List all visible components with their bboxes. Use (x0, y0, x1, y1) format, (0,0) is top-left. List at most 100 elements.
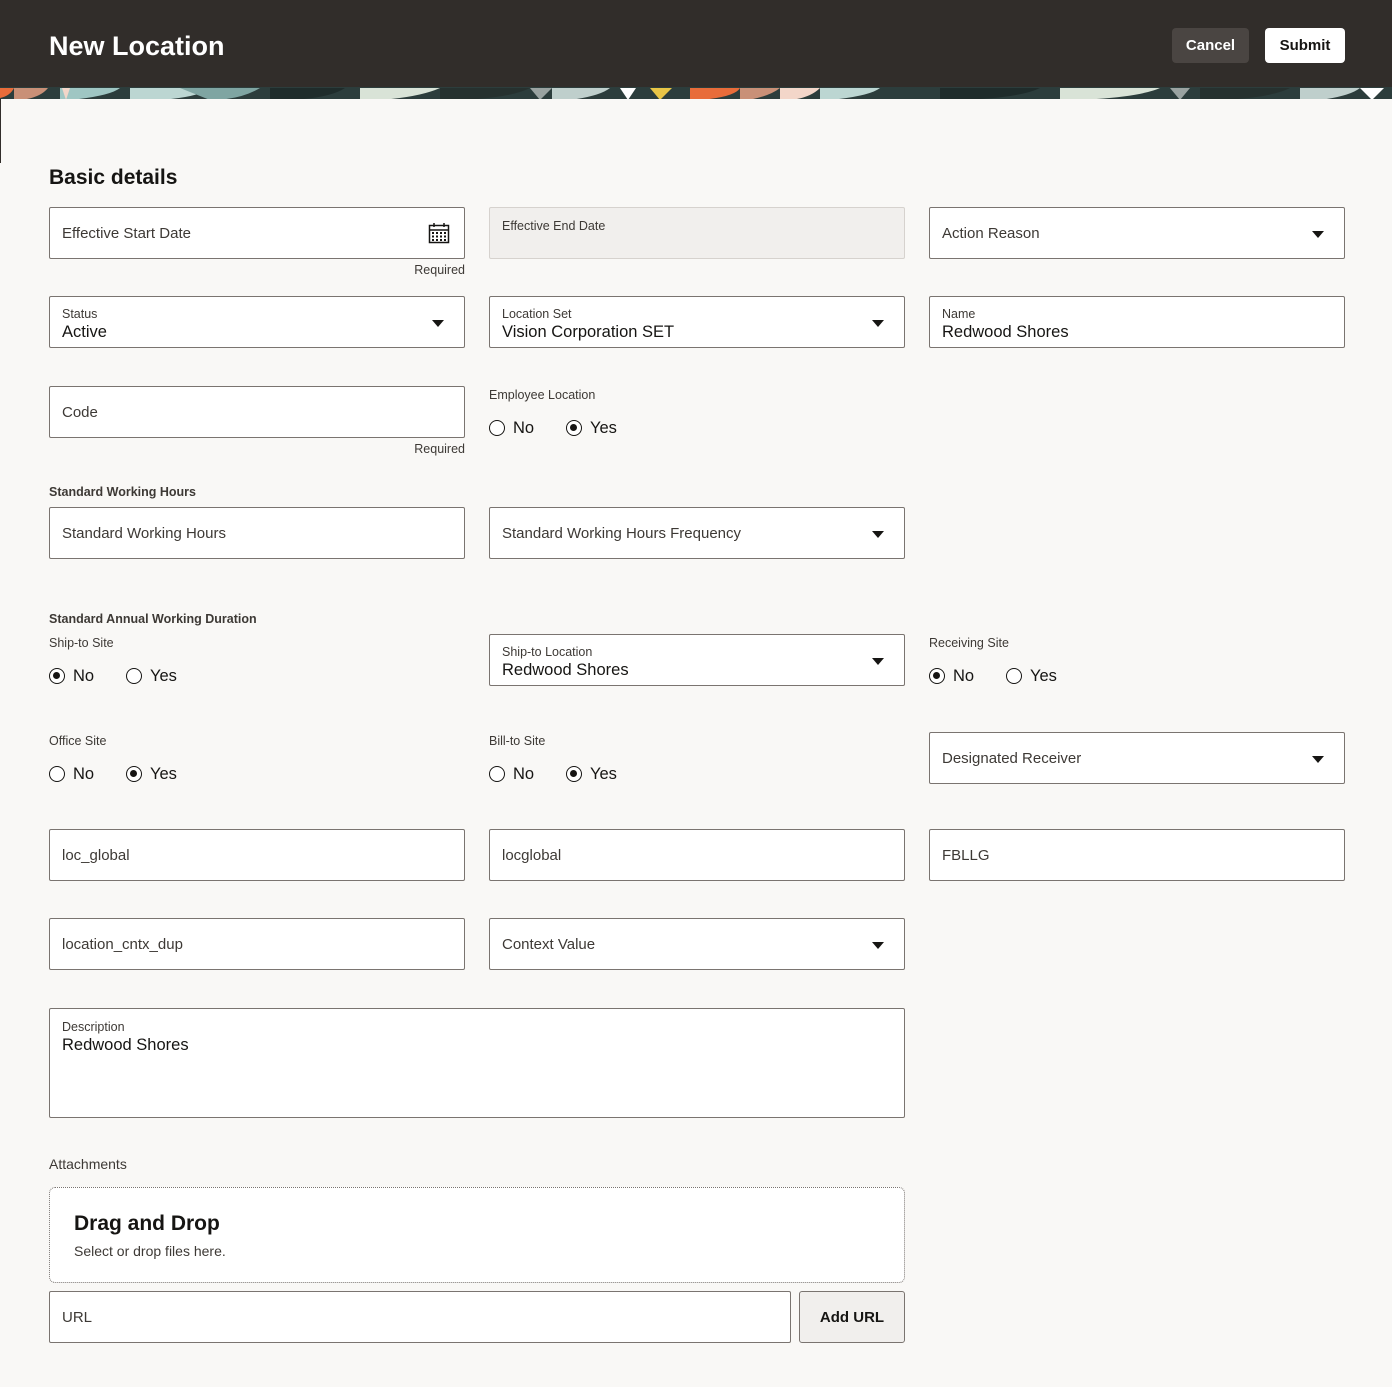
effective-start-date-placeholder: Effective Start Date (62, 225, 191, 242)
effective-start-date-required: Required (414, 263, 465, 277)
code-placeholder: Code (62, 404, 98, 421)
radio-circle (126, 668, 142, 684)
radio-circle-selected (566, 766, 582, 782)
radio-label: No (73, 667, 95, 685)
standard-working-hours-frequency-select[interactable]: Standard Working Hours Frequency (489, 507, 905, 559)
bill-to-site-no-radio[interactable]: No (489, 764, 534, 784)
code-field[interactable]: Code (49, 386, 465, 438)
section-title: Basic details (49, 166, 178, 189)
chevron-down-icon (872, 531, 884, 538)
chevron-down-icon (1312, 756, 1324, 763)
radio-circle (1006, 668, 1022, 684)
radio-label: Yes (1030, 667, 1057, 685)
dropzone-subtitle: Select or drop files here. (74, 1243, 226, 1259)
loc-global-field[interactable]: loc_global (49, 829, 465, 881)
context-value-placeholder: Context Value (502, 936, 596, 953)
standard-working-hours-field[interactable]: Standard Working Hours (49, 507, 465, 559)
name-label: Name (942, 307, 976, 321)
ship-to-location-select[interactable]: Ship-to Location Redwood Shores (489, 634, 905, 686)
standard-working-hours-frequency-placeholder: Standard Working Hours Frequency (502, 525, 742, 542)
chevron-down-icon (432, 320, 444, 327)
location-set-label: Location Set (502, 307, 572, 321)
action-reason-placeholder: Action Reason (942, 225, 1040, 242)
action-reason-select[interactable]: Action Reason (929, 207, 1345, 259)
radio-label: Yes (590, 419, 617, 437)
ship-to-location-label: Ship-to Location (502, 645, 593, 659)
chevron-down-icon (872, 320, 884, 327)
office-site-label: Office Site (49, 734, 107, 748)
radio-circle-selected (49, 668, 65, 684)
radio-label: No (513, 419, 535, 437)
left-divider (0, 99, 1, 163)
radio-label: Yes (150, 765, 177, 783)
description-textarea[interactable]: Description Redwood Shores (49, 1008, 905, 1118)
radio-label: No (73, 765, 95, 783)
designated-receiver-select[interactable]: Designated Receiver (929, 732, 1345, 784)
radio-circle (489, 766, 505, 782)
radio-label: No (953, 667, 975, 685)
file-dropzone[interactable]: Drag and Drop Select or drop files here. (49, 1187, 905, 1283)
page-header: New Location Cancel Submit (0, 0, 1392, 87)
office-site-yes-radio[interactable]: Yes (126, 764, 177, 784)
standard-working-hours-placeholder: Standard Working Hours (62, 525, 226, 542)
chevron-down-icon (1312, 231, 1324, 238)
receiving-site-yes-radio[interactable]: Yes (1006, 666, 1057, 686)
radio-circle (489, 420, 505, 436)
ship-to-location-value: Redwood Shores (502, 661, 629, 679)
effective-start-date-field[interactable]: Effective Start Date (49, 207, 465, 259)
ship-to-site-label: Ship-to Site (49, 636, 114, 650)
dropzone-title: Drag and Drop (74, 1212, 220, 1235)
locglobal-field[interactable]: locglobal (489, 829, 905, 881)
decorative-banner (0, 87, 1392, 99)
context-value-select[interactable]: Context Value (489, 918, 905, 970)
locglobal-placeholder: locglobal (502, 847, 562, 864)
page-title: New Location (49, 31, 225, 61)
standard-annual-working-duration-label: Standard Annual Working Duration (49, 612, 257, 626)
bill-to-site-yes-radio[interactable]: Yes (566, 764, 617, 784)
ship-to-site-yes-radio[interactable]: Yes (126, 666, 177, 686)
fbllg-placeholder: FBLLG (942, 847, 990, 864)
status-label: Status (62, 307, 98, 321)
attachments-label: Attachments (49, 1156, 127, 1172)
radio-circle (49, 766, 65, 782)
receiving-site-label: Receiving Site (929, 636, 1009, 650)
receiving-site-no-radio[interactable]: No (929, 666, 974, 686)
radio-circle-selected (929, 668, 945, 684)
description-value: Redwood Shores (62, 1036, 189, 1054)
ship-to-site-no-radio[interactable]: No (49, 666, 94, 686)
employee-location-no-radio[interactable]: No (489, 418, 534, 438)
cancel-button[interactable]: Cancel (1172, 28, 1249, 63)
submit-button[interactable]: Submit (1265, 28, 1345, 63)
effective-end-date-label: Effective End Date (502, 219, 606, 233)
banner-pattern (0, 88, 1392, 99)
employee-location-yes-radio[interactable]: Yes (566, 418, 617, 438)
chevron-down-icon (872, 658, 884, 665)
radio-label: No (513, 765, 535, 783)
location-set-value: Vision Corporation SET (502, 323, 675, 341)
url-placeholder: URL (62, 1309, 93, 1326)
bill-to-site-label: Bill-to Site (489, 734, 546, 748)
add-url-button[interactable]: Add URL (799, 1291, 905, 1343)
calendar-icon[interactable] (428, 222, 450, 244)
name-field[interactable]: Name Redwood Shores (929, 296, 1345, 348)
fbllg-field[interactable]: FBLLG (929, 829, 1345, 881)
code-required: Required (414, 442, 465, 456)
name-value: Redwood Shores (942, 323, 1069, 341)
office-site-no-radio[interactable]: No (49, 764, 94, 784)
radio-circle-selected (566, 420, 582, 436)
loc-global-placeholder: loc_global (62, 847, 130, 864)
location-cntx-dup-placeholder: location_cntx_dup (62, 936, 183, 953)
effective-end-date-field: Effective End Date (489, 207, 905, 259)
designated-receiver-placeholder: Designated Receiver (942, 750, 1082, 767)
standard-working-hours-group-label: Standard Working Hours (49, 485, 197, 499)
url-input[interactable]: URL (49, 1291, 791, 1343)
radio-label: Yes (590, 765, 617, 783)
location-cntx-dup-field[interactable]: location_cntx_dup (49, 918, 465, 970)
chevron-down-icon (872, 942, 884, 949)
radio-label: Yes (150, 667, 177, 685)
employee-location-label: Employee Location (489, 388, 596, 402)
radio-circle-selected (126, 766, 142, 782)
status-select[interactable]: Status Active (49, 296, 465, 348)
description-label: Description (62, 1020, 125, 1034)
location-set-select[interactable]: Location Set Vision Corporation SET (489, 296, 905, 348)
